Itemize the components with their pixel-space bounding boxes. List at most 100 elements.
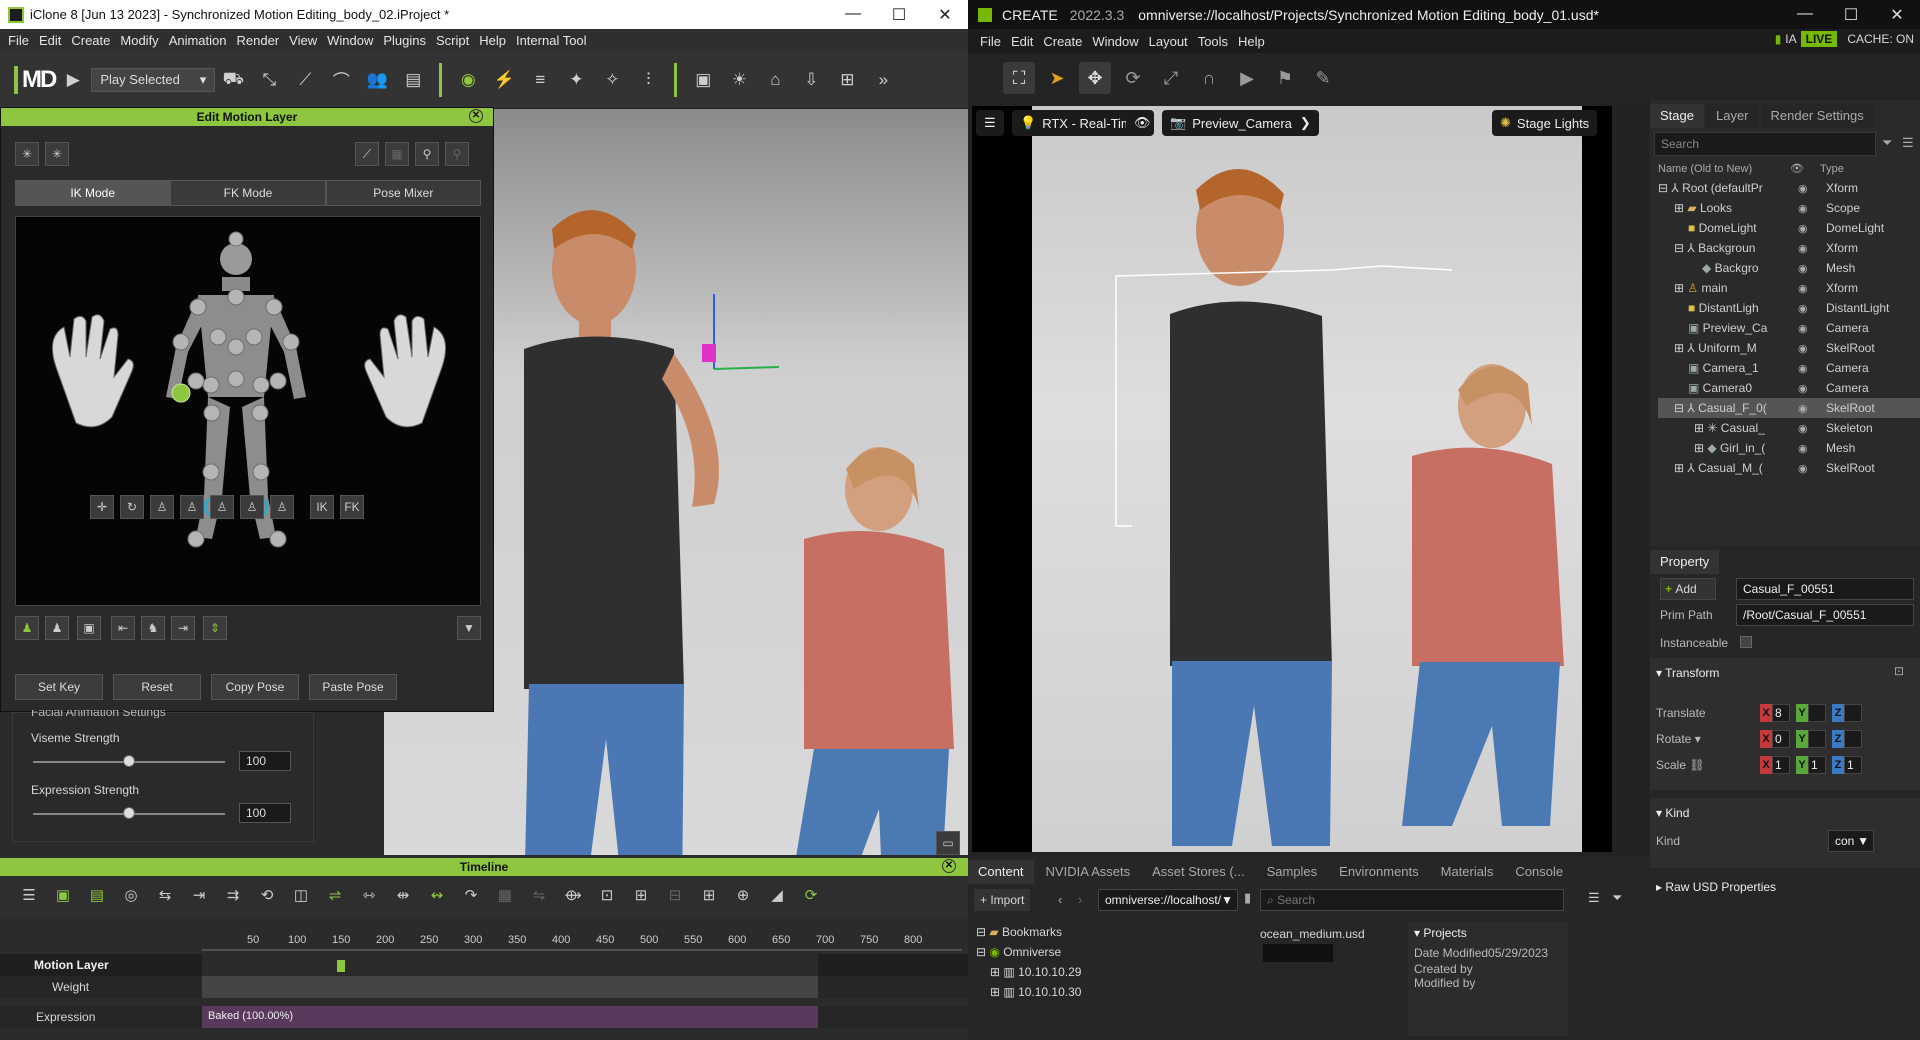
options-icon[interactable]: ☰ bbox=[1902, 135, 1914, 151]
stage-row-selected[interactable]: ⊟ ⅄ Casual_F_0(◉ SkelRoot bbox=[1658, 398, 1920, 418]
stage-row[interactable]: ▣ Camera_1 ◉ Camera bbox=[1658, 358, 1920, 378]
tab-render-settings[interactable]: Render Settings bbox=[1760, 104, 1874, 128]
path-icon[interactable]: ⤡ bbox=[255, 66, 283, 94]
menu-render[interactable]: Render bbox=[235, 33, 288, 48]
move-icon[interactable]: ✥ bbox=[1079, 62, 1111, 94]
filter-icon[interactable]: ⏷ bbox=[1612, 890, 1622, 906]
select-arrow-icon[interactable]: ➤ bbox=[1041, 62, 1073, 94]
fit-icon[interactable]: ⇹ bbox=[392, 886, 414, 908]
col-type[interactable]: Type bbox=[1820, 163, 1844, 175]
paste-pose-button[interactable]: Paste Pose bbox=[309, 674, 397, 700]
stage-row[interactable]: ■ DistantLigh ◉ DistantLight bbox=[1658, 298, 1920, 318]
fit-icon[interactable]: ⊞ bbox=[833, 66, 861, 94]
weight-track[interactable]: Weight bbox=[0, 976, 968, 998]
pin-icon[interactable]: ⚲ bbox=[415, 142, 439, 166]
stage-row[interactable]: ◆ Backgro ◉ Mesh bbox=[1658, 258, 1920, 278]
chat-icon[interactable]: ▭ bbox=[936, 831, 960, 855]
timeline-ruler[interactable]: 50 100 150 200 250 300 350 400 450 500 5… bbox=[202, 932, 962, 952]
prim-name-field[interactable]: Casual_F_00551 bbox=[1736, 578, 1914, 600]
tree-item[interactable]: ⊞ ▥ 10.10.10.29 bbox=[976, 962, 1081, 982]
shift-right-icon[interactable]: ⇉ bbox=[222, 886, 244, 908]
clip-icon[interactable]: ◫ bbox=[290, 886, 312, 908]
menu-layout[interactable]: Layout bbox=[1147, 34, 1196, 49]
tab-ik-mode[interactable]: IK Mode bbox=[15, 180, 171, 206]
zoom-icon[interactable]: ⊕ bbox=[732, 886, 754, 908]
projects-header[interactable]: ▾ Projects bbox=[1408, 922, 1568, 944]
eye-icon[interactable]: ◎ bbox=[120, 886, 142, 908]
remove-track-icon[interactable]: ⊟ bbox=[664, 886, 686, 908]
rotate-y-field[interactable] bbox=[1808, 730, 1826, 748]
col-name[interactable]: Name (Old to New) bbox=[1658, 163, 1752, 175]
set-key-button[interactable]: Set Key bbox=[15, 674, 103, 700]
collapse-icon[interactable]: ⊟ bbox=[1674, 241, 1687, 255]
loop-icon[interactable]: ⟲ bbox=[256, 886, 278, 908]
omni-viewport[interactable]: 💡 RTX - Real-Time ☰ 👁 📷 Preview_Camera ❯… bbox=[972, 106, 1612, 852]
pose-2-icon[interactable]: ♙ bbox=[180, 495, 204, 519]
filter-icon[interactable]: ⏷ bbox=[1882, 135, 1892, 151]
copy-pose-button[interactable]: Copy Pose bbox=[211, 674, 299, 700]
tab-fk-mode[interactable]: FK Mode bbox=[170, 180, 326, 206]
figure-mirror-icon[interactable]: ✳ bbox=[15, 142, 39, 166]
viseme-slider-knob[interactable] bbox=[123, 755, 135, 767]
paint-icon[interactable]: ✎ bbox=[1307, 62, 1339, 94]
minimize-button[interactable]: — bbox=[830, 5, 876, 25]
expand-icon[interactable]: ⊞ bbox=[1694, 421, 1707, 435]
tree-item[interactable]: ⊟ ▰ Bookmarks bbox=[976, 922, 1081, 942]
unpin-icon[interactable]: ⚲ bbox=[445, 142, 469, 166]
translate-x-field[interactable]: 8 bbox=[1772, 704, 1790, 722]
minimize-button[interactable]: — bbox=[1782, 5, 1828, 25]
scale-z-field[interactable]: 1 bbox=[1844, 756, 1862, 774]
expression-track[interactable]: Expression Baked (100.00%) bbox=[0, 1006, 968, 1028]
add-button[interactable]: + Add bbox=[1660, 578, 1716, 600]
raw-usd-header[interactable]: ▸ Raw USD Properties bbox=[1656, 880, 1776, 894]
visibility-icon[interactable]: ◉ bbox=[1798, 322, 1808, 335]
motion-icon[interactable]: ⌒ bbox=[327, 66, 355, 94]
menu-help[interactable]: Help bbox=[477, 33, 514, 48]
stage-row[interactable]: ■ DomeLight ◉ DomeLight bbox=[1658, 218, 1920, 238]
visibility-icon[interactable]: ◉ bbox=[1798, 382, 1808, 395]
live-motion-icon[interactable]: ⚡ bbox=[490, 66, 518, 94]
tab-layer[interactable]: Layer bbox=[1705, 104, 1759, 128]
script-icon[interactable]: ▤ bbox=[399, 66, 427, 94]
layer-icon[interactable]: ▤ bbox=[86, 886, 108, 908]
back-icon[interactable]: ‹ bbox=[1058, 892, 1062, 907]
maximize-button[interactable]: ☐ bbox=[1828, 5, 1874, 25]
record-icon[interactable]: ◉ bbox=[454, 66, 482, 94]
play-mode-dropdown[interactable]: Play Selected ▾ bbox=[91, 67, 216, 92]
grid-icon[interactable]: ▦ bbox=[385, 142, 409, 166]
tab-console[interactable]: Console bbox=[1505, 860, 1574, 884]
kind-header[interactable]: ▾ Kind bbox=[1656, 806, 1689, 820]
menu-help[interactable]: Help bbox=[1236, 34, 1273, 49]
visibility-icon[interactable]: ◉ bbox=[1798, 262, 1808, 275]
stage-row[interactable]: ⊞ ⅄ Casual_M_(◉ SkelRoot bbox=[1658, 458, 1920, 478]
maximize-button[interactable]: ☐ bbox=[876, 5, 922, 25]
rotate-z-field[interactable] bbox=[1844, 730, 1862, 748]
close-icon[interactable]: ✕ bbox=[469, 109, 483, 123]
tab-materials[interactable]: Materials bbox=[1430, 860, 1504, 884]
link-icon[interactable]: ⇋ bbox=[528, 886, 550, 908]
menu-file[interactable]: File bbox=[6, 33, 37, 48]
menu-internal-tool[interactable]: Internal Tool bbox=[514, 33, 595, 48]
tab-content[interactable]: Content bbox=[968, 860, 1034, 884]
visibility-icon[interactable]: ◉ bbox=[1798, 182, 1808, 195]
snap-icon[interactable]: ∩ bbox=[1193, 62, 1225, 94]
stage-row[interactable]: ⊞ ▰ Looks ◉ Scope bbox=[1658, 198, 1920, 218]
stage-row[interactable]: ⊞ ♙ main ◉ Xform bbox=[1658, 278, 1920, 298]
more-icon[interactable]: » bbox=[869, 66, 897, 94]
tab-asset-stores[interactable]: Asset Stores (... bbox=[1142, 860, 1255, 884]
tab-stage[interactable]: Stage bbox=[1650, 104, 1704, 128]
tab-samples[interactable]: Samples bbox=[1256, 860, 1328, 884]
character-icon[interactable]: ♞ bbox=[141, 616, 165, 640]
home-icon[interactable]: ⌂ bbox=[761, 66, 789, 94]
motion-key-marker[interactable] bbox=[337, 960, 345, 972]
curve-icon[interactable]: ↭ bbox=[426, 886, 448, 908]
track-list-icon[interactable]: ☰ bbox=[18, 886, 40, 908]
settings-icon[interactable]: ☰ bbox=[976, 110, 1004, 136]
scale-x-field[interactable]: 1 bbox=[1772, 756, 1790, 774]
kind-dropdown[interactable]: con ▼ bbox=[1828, 830, 1874, 852]
list-view-icon[interactable]: ☰ bbox=[1588, 890, 1600, 906]
tab-environments[interactable]: Environments bbox=[1329, 860, 1429, 884]
reach-icon[interactable]: ✦ bbox=[562, 66, 590, 94]
tab-nvidia-assets[interactable]: NVIDIA Assets bbox=[1035, 860, 1141, 884]
export-icon[interactable]: ⇩ bbox=[797, 66, 825, 94]
